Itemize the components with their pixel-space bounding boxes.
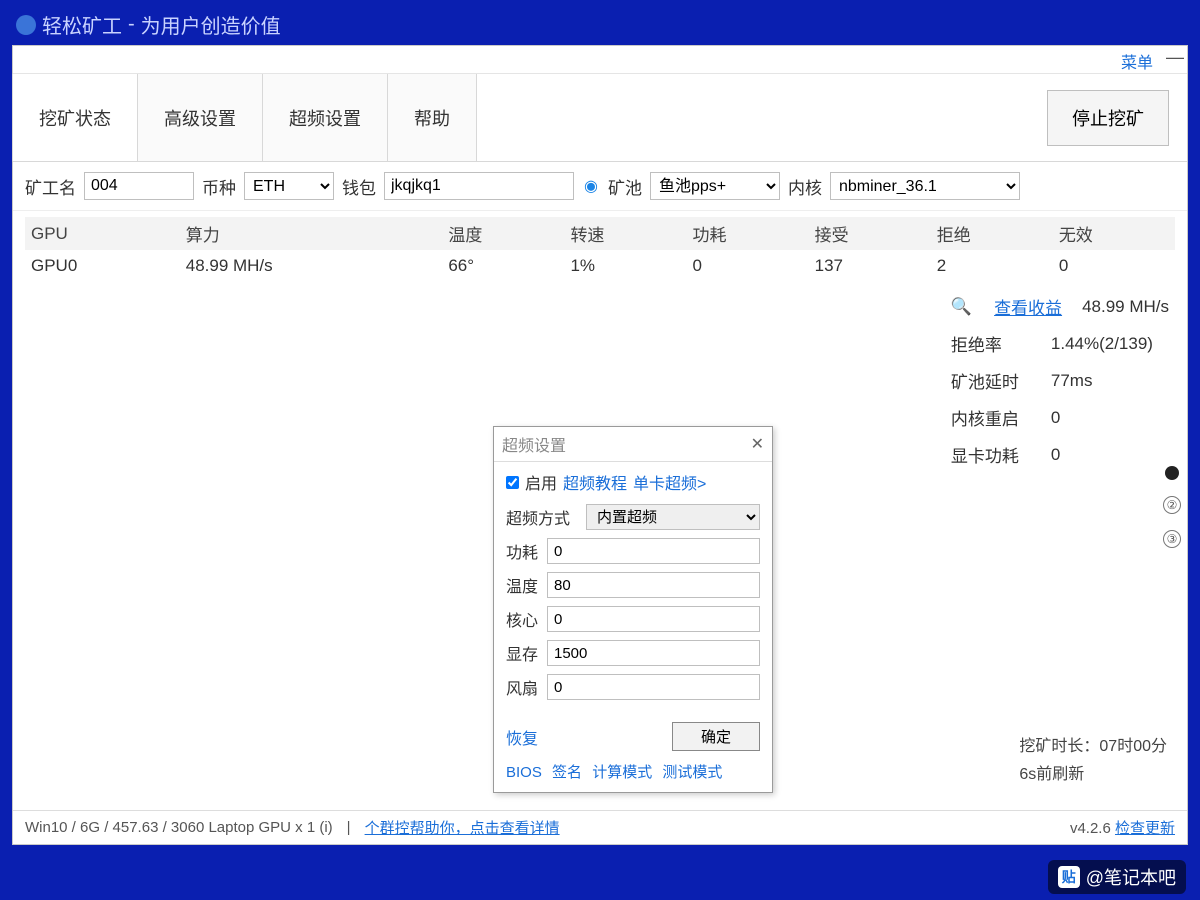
coin-select[interactable]: ETH: [244, 172, 334, 200]
sign-link[interactable]: 签名: [552, 764, 582, 781]
temp-input[interactable]: [547, 572, 760, 598]
os-titlebar: 轻松矿工 - 为用户创造价值: [12, 8, 1188, 45]
mem-clock-input[interactable]: [547, 640, 760, 666]
pool-select[interactable]: 鱼池pps+: [650, 172, 780, 200]
test-mode-link[interactable]: 测试模式: [662, 764, 722, 781]
system-info-text: Win10 / 6G / 457.63 / 3060 Laptop GPU x …: [25, 819, 333, 836]
core-clock-input[interactable]: [547, 606, 760, 632]
tab-advanced-settings[interactable]: 高级设置: [137, 74, 263, 161]
bios-link[interactable]: BIOS: [506, 764, 542, 781]
menu-button[interactable]: 菜单: [1111, 46, 1163, 76]
view-profit-link[interactable]: 查看收益: [994, 294, 1062, 319]
mining-duration-value: 07时00分: [1099, 738, 1167, 755]
miner-name-label: 矿工名: [25, 174, 76, 199]
wallet-label: 钱包: [342, 174, 376, 199]
gpu-table-row: GPU0 48.99 MH/s 66° 1% 0 137 2 0: [25, 250, 1175, 282]
badge-3-icon[interactable]: ③: [1163, 530, 1181, 548]
pool-label: 矿池: [608, 174, 642, 199]
power-input[interactable]: [547, 538, 760, 564]
stats-panel: 🔍 查看收益 48.99 MH/s 拒绝率1.44%(2/139) 矿池延时77…: [951, 294, 1169, 479]
pool-latency-value: 77ms: [1051, 371, 1093, 391]
total-hashrate-value: 48.99 MH/s: [1082, 297, 1169, 317]
overclock-mode-select[interactable]: 内置超频: [586, 504, 760, 530]
overclock-dialog: 超频设置 ✕ 启用 超频教程 单卡超频> 超频方式内置超频 功耗 温度 核心 显…: [493, 426, 773, 793]
core-restart-value: 0: [1051, 408, 1060, 428]
badge-2-icon[interactable]: ②: [1163, 496, 1181, 514]
status-bar: Win10 / 6G / 457.63 / 3060 Laptop GPU x …: [13, 810, 1187, 844]
stop-mining-button[interactable]: 停止挖矿: [1047, 90, 1169, 146]
enable-overclock-checkbox[interactable]: [506, 476, 519, 489]
check-update-link[interactable]: 检查更新: [1115, 820, 1175, 837]
core-label: 内核: [788, 174, 822, 199]
app-window: 菜单 — 挖矿状态 高级设置 超频设置 帮助 停止挖矿 矿工名 币种 ETH 钱…: [12, 45, 1188, 845]
single-card-overclock-link[interactable]: 单卡超频>: [633, 470, 706, 494]
calc-mode-link[interactable]: 计算模式: [592, 764, 652, 781]
app-slogan: 为用户创造价值: [141, 10, 281, 39]
magnifier-icon: 🔍: [951, 297, 972, 317]
eye-icon[interactable]: ◉: [582, 176, 600, 196]
ok-button[interactable]: 确定: [672, 722, 760, 751]
fan-input[interactable]: [547, 674, 760, 700]
minimize-button[interactable]: —: [1163, 46, 1187, 68]
reject-rate-value: 1.44%(2/139): [1051, 334, 1153, 354]
coin-label: 币种: [202, 174, 236, 199]
tab-mining-status[interactable]: 挖矿状态: [12, 74, 138, 161]
side-badges: ② ③: [1163, 466, 1181, 548]
badge-dot-icon[interactable]: [1165, 466, 1179, 480]
tieba-icon: 贴: [1058, 866, 1080, 888]
gpu-table: GPU 算力 温度 转速 功耗 接受 拒绝 无效 GPU0 48.99 MH/s…: [25, 217, 1175, 282]
dialog-title-text: 超频设置: [502, 432, 566, 456]
gpu-power-value: 0: [1051, 445, 1060, 465]
wallet-input[interactable]: [384, 172, 574, 200]
gpu-table-header: GPU 算力 温度 转速 功耗 接受 拒绝 无效: [25, 217, 1175, 250]
refresh-text: 6s前刷新: [1019, 760, 1167, 784]
close-icon[interactable]: ✕: [751, 434, 764, 454]
miner-name-input[interactable]: [84, 172, 194, 200]
tab-help[interactable]: 帮助: [387, 74, 477, 161]
runtime-info: 挖矿时长：07时00分 6s前刷新: [1019, 728, 1167, 784]
version-text: v4.2.6: [1070, 820, 1111, 837]
group-control-link[interactable]: 个群控帮助你，点击查看详情: [365, 817, 560, 838]
tab-overclock-settings[interactable]: 超频设置: [262, 74, 388, 161]
overclock-tutorial-link[interactable]: 超频教程: [563, 470, 627, 494]
watermark: 贴 @笔记本吧: [1048, 860, 1186, 894]
app-logo-icon: [16, 15, 36, 35]
enable-label: 启用: [525, 470, 557, 494]
core-select[interactable]: nbminer_36.1: [830, 172, 1020, 200]
app-title: 轻松矿工: [42, 10, 122, 39]
restore-link[interactable]: 恢复: [506, 725, 538, 749]
